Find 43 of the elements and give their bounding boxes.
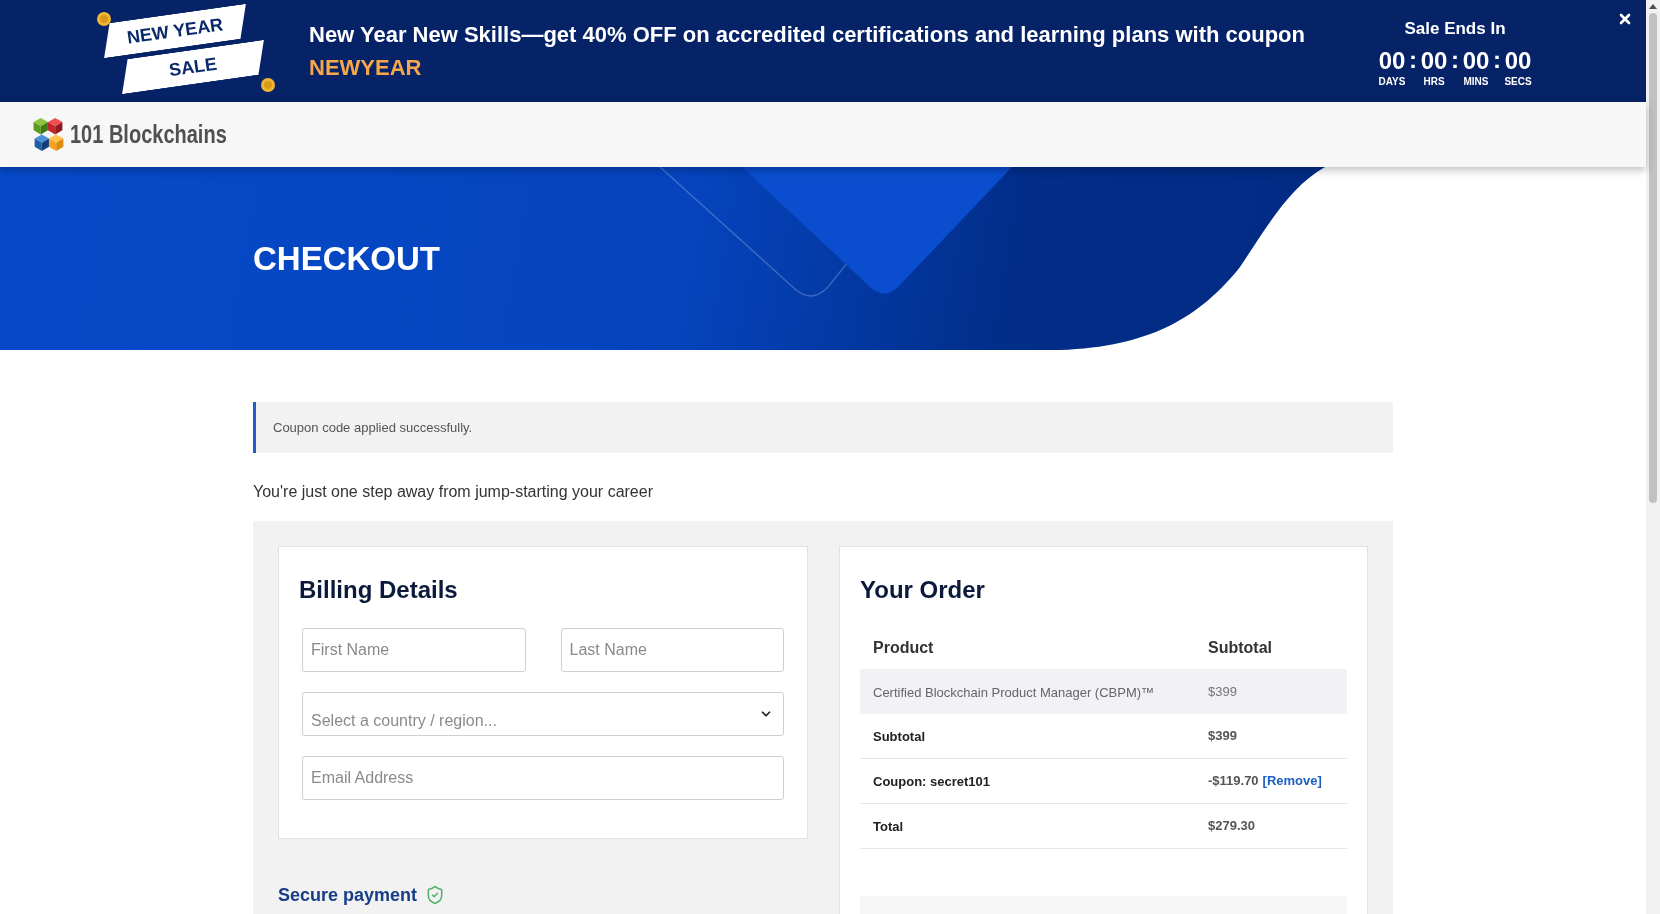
column-header: Product [873, 639, 934, 656]
countdown-separator: : [1492, 48, 1502, 72]
country-select[interactable]: Select a country / region... [302, 692, 784, 736]
countdown-unit: DAYS [1378, 76, 1406, 88]
countdown-separator: : [1450, 48, 1460, 72]
order-row-value: $399 [1208, 682, 1237, 701]
countdown-value: 00 [1504, 48, 1532, 74]
countdown-separator: : [1408, 48, 1418, 72]
promo-headline: New Year New Skills—get 40% OFF on accredited certifications and learning plans with coupon [309, 21, 1305, 49]
coin-icon [261, 78, 275, 92]
cubes-logo-icon [33, 117, 65, 152]
section-heading: Your Order [860, 575, 985, 605]
remove-link[interactable]: [Remove] [1262, 771, 1322, 791]
close-icon [1617, 11, 1633, 27]
logo-text[interactable]: 101 Blockchains [70, 122, 227, 147]
order-row-value: -$119.70 [1208, 772, 1259, 791]
order-row-label: Subtotal [873, 729, 925, 744]
up-arrow-icon[interactable] [1649, 4, 1657, 9]
coupon-code: NEWYEAR [309, 54, 422, 82]
countdown-unit: HRS [1423, 76, 1445, 88]
countdown-unit: MINS [1463, 76, 1489, 88]
order-row-label: Coupon: secret101 [873, 774, 991, 789]
scrollbar[interactable] [1646, 0, 1660, 914]
countdown-value: 00 [1378, 48, 1406, 74]
order-row-label: Total [873, 819, 904, 834]
countdown-title: Sale Ends In [1404, 19, 1506, 39]
countdown-unit: SECS [1504, 76, 1532, 88]
coin-icon [97, 12, 111, 26]
tagline: You're just one step away from jump-starting your career [253, 482, 653, 502]
countdown-value: 00 [1462, 48, 1490, 74]
page-title: CHECKOUT [253, 240, 440, 278]
column-header: Subtotal [1208, 639, 1272, 656]
email-input[interactable]: Email Address [302, 756, 784, 800]
countdown-value: 00 [1420, 48, 1448, 74]
name-input[interactable]: First Name [302, 628, 526, 672]
success-notice: Coupon code applied successfully. [253, 402, 1393, 453]
order-row-value: $279.30 [1208, 817, 1255, 836]
section-heading: Billing Details [299, 575, 458, 605]
name-input[interactable]: Last Name [560, 628, 784, 672]
product-name: Certified Blockchain Product Manager (CBPM)™ [873, 684, 1155, 700]
order-row-value: $399 [1208, 727, 1237, 746]
scrollbar-thumb[interactable] [1649, 13, 1657, 503]
secure-payment-heading: Secure payment [278, 884, 418, 907]
